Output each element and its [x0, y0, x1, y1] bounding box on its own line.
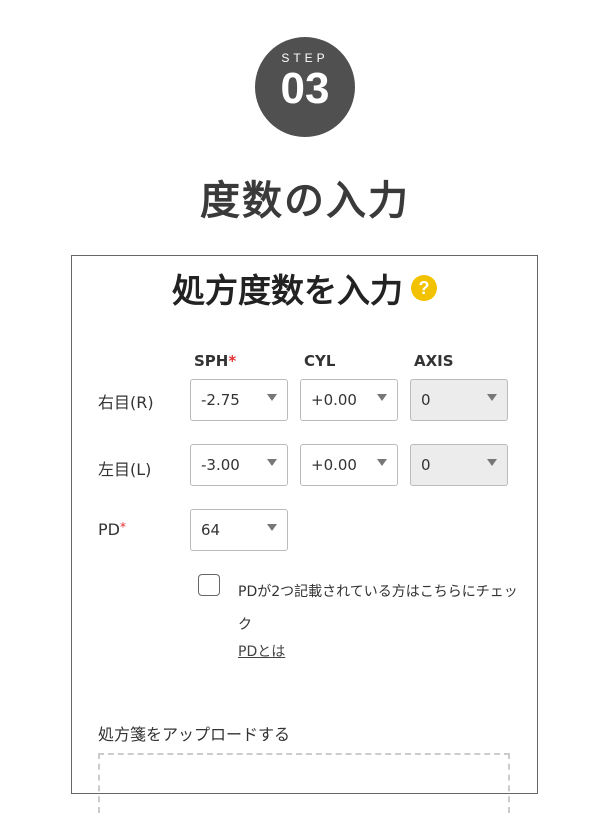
right-axis-select[interactable]: 0	[410, 379, 508, 421]
sph-label: SPH	[194, 352, 229, 370]
left-eye-label: 左目(L)	[98, 460, 152, 479]
chevron-down-icon	[377, 394, 387, 401]
right-sph-value: -2.75	[201, 391, 240, 409]
right-sph-select[interactable]: -2.75	[190, 379, 288, 421]
prescription-card: 処方度数を入力? SPH* CYL AXIS 右目(R) -2.75 +0.00…	[71, 255, 538, 813]
pd-label-text: PD	[98, 520, 120, 539]
column-header-cyl: CYL	[304, 352, 336, 370]
chevron-down-icon	[267, 394, 277, 401]
card-title: 処方度数を入力	[172, 271, 403, 310]
right-cyl-value: +0.00	[311, 391, 357, 409]
card-header: 処方度数を入力?	[72, 264, 537, 312]
right-cyl-select[interactable]: +0.00	[300, 379, 398, 421]
upload-label: 処方箋をアップロードする	[98, 725, 291, 744]
chevron-down-icon	[487, 394, 497, 401]
left-sph-value: -3.00	[201, 456, 240, 474]
pd-two-checkbox-label: PDが2つ記載されている方はこちらにチェック	[238, 584, 518, 633]
chevron-down-icon	[267, 524, 277, 531]
step-word: STEP	[281, 51, 329, 65]
pd-label: PD*	[98, 520, 126, 539]
chevron-down-icon	[377, 459, 387, 466]
step-badge: STEP 03	[255, 37, 355, 137]
pd-info-link[interactable]: PDとは	[238, 641, 285, 661]
pd-select[interactable]: 64	[190, 509, 288, 551]
column-header-axis: AXIS	[414, 352, 454, 370]
left-axis-select[interactable]: 0	[410, 444, 508, 486]
right-axis-value: 0	[421, 391, 431, 409]
pd-two-checkbox[interactable]	[198, 574, 220, 596]
required-mark: *	[228, 352, 237, 370]
left-cyl-select[interactable]: +0.00	[300, 444, 398, 486]
pd-value: 64	[201, 521, 221, 539]
page-title: 度数の入力	[200, 178, 410, 224]
step-number: 03	[280, 64, 330, 113]
upload-dropzone[interactable]	[98, 753, 510, 813]
chevron-down-icon	[267, 459, 277, 466]
left-sph-select[interactable]: -3.00	[190, 444, 288, 486]
left-cyl-value: +0.00	[311, 456, 357, 474]
left-axis-value: 0	[421, 456, 431, 474]
chevron-down-icon	[487, 459, 497, 466]
required-mark: *	[119, 520, 126, 534]
right-eye-label: 右目(R)	[98, 393, 154, 412]
help-icon[interactable]: ?	[411, 275, 437, 301]
column-header-sph: SPH*	[194, 352, 236, 370]
